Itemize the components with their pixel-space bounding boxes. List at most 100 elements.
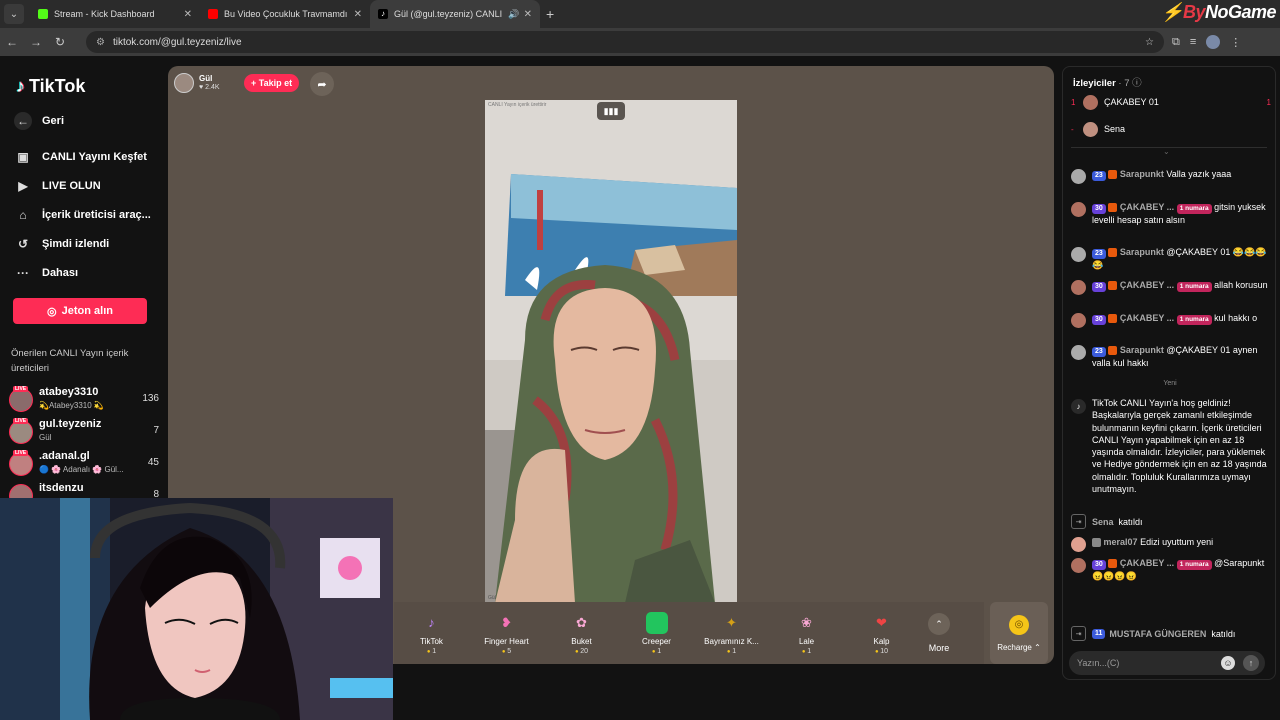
reload-icon[interactable]: ↻ bbox=[48, 35, 72, 49]
bayram-gift-icon: ✦ bbox=[726, 614, 737, 630]
sidebar-item-explore-live[interactable]: ▣ CANLI Yayını Keşfet bbox=[14, 148, 147, 166]
more-dots-icon: ··· bbox=[17, 266, 29, 280]
more-gifts-button[interactable]: ⌃ More bbox=[919, 613, 959, 653]
webcam-overlay bbox=[0, 498, 393, 720]
info-icon[interactable]: ⓘ bbox=[1132, 78, 1142, 89]
chat-text: @ÇAKABEY 01 😂😂😂😂 bbox=[1092, 247, 1267, 270]
suggested-creator[interactable]: LIVE gul.teyzeniz Gül 7 bbox=[9, 418, 159, 446]
back-link[interactable]: ← Geri bbox=[14, 112, 64, 130]
enter-icon: ⇥ bbox=[1071, 514, 1086, 529]
address-bar[interactable]: ⚙ tiktok.com/@gul.teyzeniz/live ☆ bbox=[86, 31, 1164, 53]
chat-username[interactable]: Sarapunkt bbox=[1120, 169, 1164, 179]
chat-username[interactable]: ÇAKABEY ... bbox=[1120, 558, 1174, 568]
chat-username[interactable]: Sarapunkt bbox=[1120, 247, 1164, 257]
join-event: ⇥ 11 MUSTAFA GÜNGEREN katıldı bbox=[1071, 626, 1235, 641]
fan-badge-icon bbox=[1108, 203, 1118, 213]
gift-lale[interactable]: ❀Lale1 bbox=[769, 612, 844, 655]
share-icon[interactable]: ➦ bbox=[310, 72, 334, 96]
recharge-button[interactable]: ◎ Recharge ⌃ bbox=[990, 602, 1048, 664]
emoji-icon[interactable]: ☺ bbox=[1221, 656, 1235, 670]
sidebar-item-more[interactable]: ··· Dahası bbox=[14, 264, 78, 282]
chat-input[interactable]: Yazın...(C) ☺ ↑ bbox=[1069, 651, 1265, 675]
finger-heart-gift-icon: ❥ bbox=[501, 614, 512, 630]
gift-bar: ♪TikTok1 ❥Finger Heart5 ✿Buket20 Creeper… bbox=[394, 602, 984, 664]
sidebar-item-go-live[interactable]: ▶ LIVE OLUN bbox=[14, 177, 100, 195]
gift-bayraminiz[interactable]: ✦Bayramınız K...1 bbox=[694, 612, 769, 655]
bookmark-star-icon[interactable]: ☆ bbox=[1145, 37, 1154, 48]
video-watermark: CANLI Yayın içerik ürettirir bbox=[488, 102, 547, 108]
gift-buket[interactable]: ✿Buket20 bbox=[544, 612, 619, 655]
forward-arrow-icon[interactable]: → bbox=[24, 35, 48, 49]
tab-search-button[interactable]: ⌄ bbox=[4, 4, 24, 24]
kick-favicon-icon bbox=[38, 9, 48, 19]
avatar: LIVE bbox=[9, 450, 33, 476]
viewers-title: İzleyiciler · 7 ⓘ bbox=[1073, 78, 1142, 89]
chat-username[interactable]: meral07 bbox=[1104, 537, 1138, 547]
suggested-creator[interactable]: LIVE .adanal.gl 🔵 🌸 Adanalı 🌸 Gül... 45 bbox=[9, 450, 159, 478]
chat-text: allah korusun bbox=[1214, 280, 1268, 290]
host-avatar bbox=[174, 73, 194, 93]
profile-avatar[interactable] bbox=[1206, 35, 1221, 49]
chat-username[interactable]: ÇAKABEY ... bbox=[1120, 313, 1174, 323]
get-coins-button[interactable]: ◎ Jeton alın bbox=[13, 298, 147, 324]
new-tab-button[interactable]: + bbox=[546, 6, 554, 22]
chat-message: 30 ÇAKABEY ... 1 numara gitsin yuksek le… bbox=[1071, 201, 1271, 227]
chat-text: Valla yazık yaaa bbox=[1166, 169, 1232, 179]
menu-kebab-icon[interactable]: ⋮ bbox=[1230, 36, 1241, 49]
gift-finger-heart[interactable]: ❥Finger Heart5 bbox=[469, 612, 544, 655]
tiktok-page: ♪ TikTok ← Geri ▣ CANLI Yayını Keşfet ▶ LIVE… bbox=[0, 56, 1280, 720]
join-event: ⇥ Sena katıldı bbox=[1071, 514, 1143, 529]
tiktok-logo[interactable]: ♪ TikTok bbox=[16, 76, 85, 97]
avatar: LIVE bbox=[9, 418, 33, 444]
browser-navbar: ← → ↻ ⚙ tiktok.com/@gul.teyzeniz/live ☆ … bbox=[0, 28, 1280, 56]
avatar bbox=[1071, 345, 1086, 360]
chat-username[interactable]: Sarapunkt bbox=[1120, 345, 1164, 355]
gift-kalp[interactable]: ❤Kalp10 bbox=[844, 612, 919, 655]
chat-text: kul hakkı o bbox=[1214, 313, 1258, 323]
avatar: LIVE bbox=[9, 386, 33, 412]
send-icon[interactable]: ↑ bbox=[1243, 655, 1259, 671]
avatar bbox=[1083, 94, 1098, 110]
chat-message: 30 ÇAKABEY ... 1 numara kul hakkı o bbox=[1071, 312, 1271, 328]
suggested-creator[interactable]: LIVE atabey3310 💫Atabey3310 💫 136 bbox=[9, 386, 159, 414]
tiktok-note-icon: ♪ bbox=[1071, 399, 1086, 414]
speaker-icon[interactable]: 🔊 bbox=[508, 9, 519, 20]
avatar bbox=[1071, 247, 1086, 262]
chat-text: Edizi uyuttum yeni bbox=[1140, 537, 1214, 547]
site-info-icon[interactable]: ⚙ bbox=[96, 37, 105, 48]
gift-tiktok[interactable]: ♪TikTok1 bbox=[394, 612, 469, 655]
audio-waveform-icon[interactable]: ▮▮▮ bbox=[597, 102, 625, 120]
tiktok-note-icon: ♪ bbox=[16, 76, 25, 96]
tab-title: Gül (@gul.teyzeniz) CANLI bbox=[394, 9, 503, 19]
camera-icon: ▶ bbox=[18, 179, 28, 193]
tab-close-icon[interactable]: ✕ bbox=[524, 9, 532, 20]
avatar bbox=[1071, 169, 1086, 184]
extensions-icon[interactable]: ⧉ bbox=[1172, 36, 1180, 49]
media-controls-icon[interactable]: ≡ bbox=[1190, 36, 1196, 48]
tab-close-icon[interactable]: ✕ bbox=[354, 9, 362, 20]
fan-badge-icon bbox=[1092, 538, 1101, 548]
sidebar-item-watched[interactable]: ↺ Şimdi izlendi bbox=[14, 235, 109, 253]
gift-creeper[interactable]: Creeper1 bbox=[619, 611, 694, 655]
browser-tab-kick[interactable]: Stream - Kick Dashboard ✕ bbox=[30, 0, 200, 28]
avatar bbox=[1083, 121, 1098, 137]
tab-close-icon[interactable]: ✕ bbox=[184, 9, 192, 20]
chat-username[interactable]: ÇAKABEY ... bbox=[1120, 202, 1174, 212]
sidebar-item-creator-tools[interactable]: ⌂ İçerik üreticisi araç... bbox=[14, 206, 150, 224]
browser-tab-youtube[interactable]: Bu Video Çocukluk Travmamdı ✕ bbox=[200, 0, 370, 28]
video-watermark-bottom: Gül bbox=[488, 595, 496, 601]
viewer-row[interactable]: - Sena bbox=[1071, 120, 1271, 138]
live-video[interactable]: CANLI Yayın içerik ürettirir ▮▮▮ Gül bbox=[485, 100, 737, 603]
viewer-row[interactable]: 1 ÇAKABEY 01 1 bbox=[1071, 93, 1271, 111]
tiktok-gift-icon: ♪ bbox=[428, 615, 435, 630]
avatar bbox=[1071, 280, 1086, 295]
follow-button[interactable]: + Takip et bbox=[244, 74, 300, 92]
chat-username[interactable]: ÇAKABEY ... bbox=[1120, 280, 1174, 290]
browser-tab-tiktok[interactable]: ♪ Gül (@gul.teyzeniz) CANLI 🔊 ✕ bbox=[370, 0, 540, 28]
back-arrow-icon[interactable]: ← bbox=[0, 35, 24, 49]
chevron-down-icon[interactable]: ⌄ bbox=[1163, 147, 1170, 156]
fan-badge-icon bbox=[1108, 346, 1118, 356]
welcome-message: ♪ TikTok CANLI Yayın'a hoş geldiniz! Başk… bbox=[1071, 397, 1271, 495]
browser-tabbar: ⌄ Stream - Kick Dashboard ✕ Bu Video Çoc… bbox=[0, 0, 1280, 28]
tiktok-favicon-icon: ♪ bbox=[378, 9, 388, 19]
